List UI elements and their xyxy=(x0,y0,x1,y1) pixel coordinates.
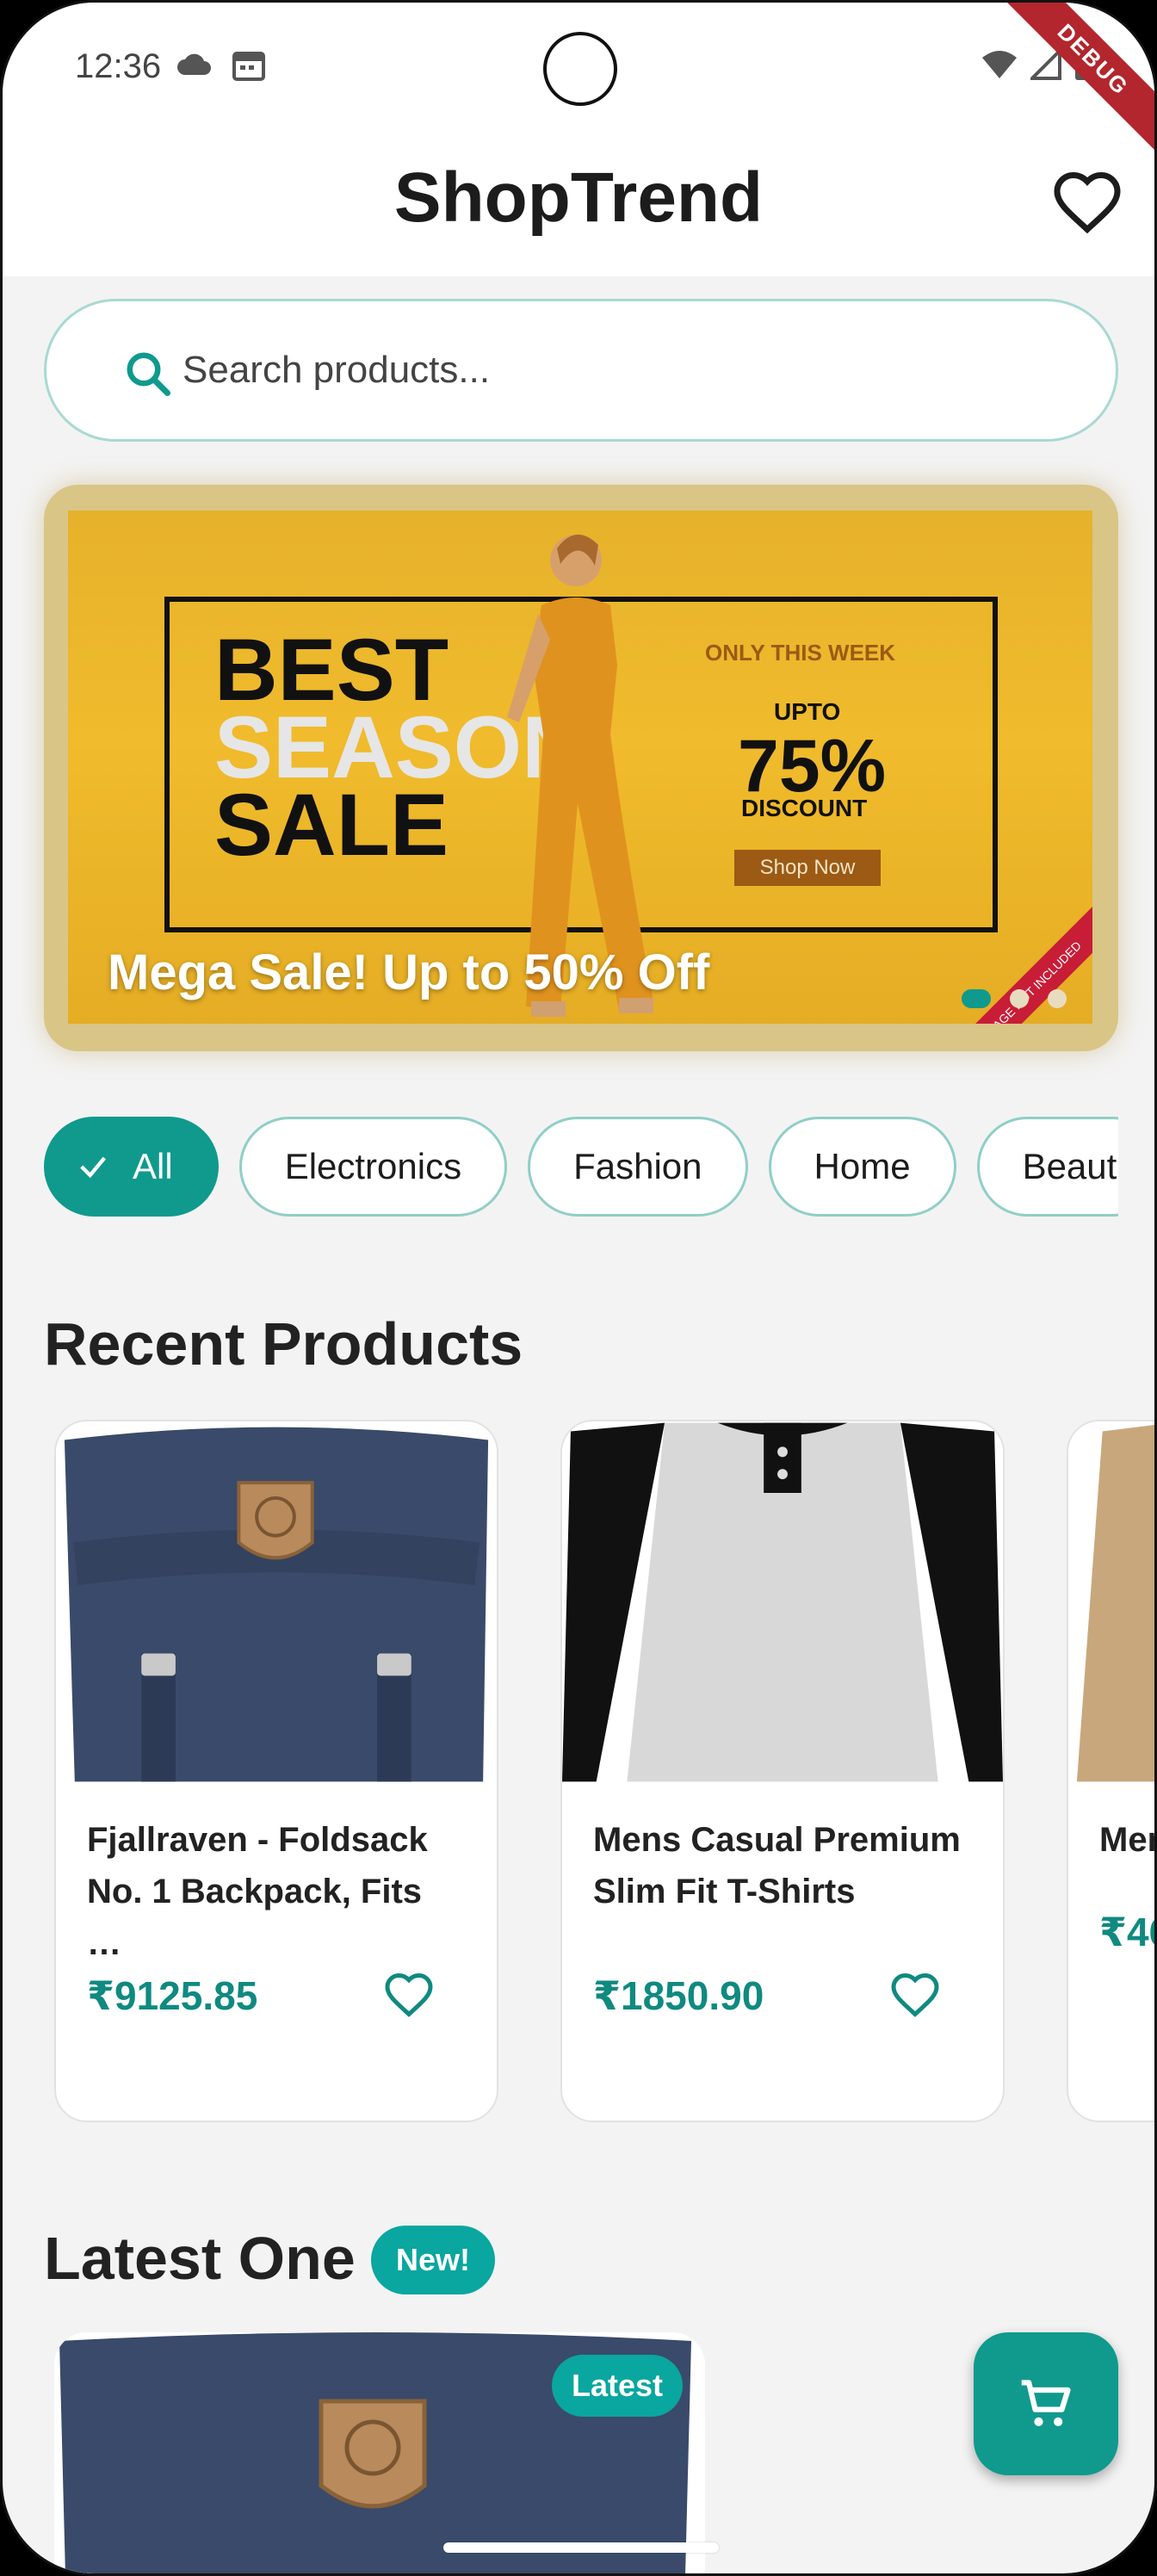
chip-label: Home xyxy=(814,1146,911,1186)
heart-icon[interactable] xyxy=(889,1969,941,2021)
check-icon xyxy=(80,1156,106,1179)
category-chip-all[interactable]: All xyxy=(44,1117,219,1217)
chip-label: Fashion xyxy=(573,1146,702,1186)
phone-screen: 12:36 DEBUG ShopTrend BEST xyxy=(0,0,1157,2576)
carousel-dots xyxy=(962,989,1067,1008)
search-icon xyxy=(127,352,170,396)
new-badge: New! xyxy=(371,2226,495,2294)
product-name: Fjallraven - Foldsack No. 1 Backpack, Fi… xyxy=(87,1821,428,1962)
latest-title: Latest One xyxy=(44,2225,356,2292)
category-chip-home[interactable]: Home xyxy=(768,1117,956,1217)
product-image xyxy=(1068,1422,1154,1782)
chip-label: All xyxy=(133,1146,173,1186)
wifi-icon xyxy=(982,51,1017,78)
status-icons-left xyxy=(175,49,266,82)
search-input[interactable] xyxy=(183,301,1043,439)
app-header: 12:36 DEBUG ShopTrend xyxy=(3,3,1154,276)
product-card[interactable]: Men ₹46 xyxy=(1067,1420,1154,2122)
status-time: 12:36 xyxy=(75,47,162,85)
heart-icon[interactable] xyxy=(383,1969,435,2021)
heart-icon xyxy=(1054,171,1121,234)
home-indicator[interactable] xyxy=(443,2542,719,2553)
banner-discount-text: DISCOUNT xyxy=(741,795,868,821)
banner-week-text: ONLY THIS WEEK xyxy=(705,640,896,666)
latest-product-card[interactable]: Latest xyxy=(54,2332,705,2573)
banner-upto-text: UPTO xyxy=(774,698,841,725)
front-camera xyxy=(543,32,617,106)
product-image xyxy=(56,1422,497,1782)
category-chip-electronics[interactable]: Electronics xyxy=(238,1117,508,1217)
product-price: ₹9125.85 xyxy=(87,1973,258,2018)
favorites-button[interactable] xyxy=(1051,166,1123,238)
banner-caption: Mega Sale! Up to 50% Off xyxy=(108,944,710,1000)
category-chips: All Electronics Fashion Home Beaut xyxy=(44,1117,1118,1217)
cloud-icon xyxy=(177,53,211,75)
product-price: ₹46 xyxy=(1099,1910,1154,1954)
product-name: Men xyxy=(1099,1821,1154,1859)
cart-button[interactable] xyxy=(974,2332,1118,2475)
promo-carousel[interactable]: BEST SEASON SALE ONLY THIS WEEK UPTO 75%… xyxy=(44,485,1118,1051)
product-price: ₹1850.90 xyxy=(593,1973,764,2018)
chip-label: Beaut xyxy=(1022,1146,1117,1186)
banner-shop-now: Shop Now xyxy=(734,850,881,886)
recent-products-title: Recent Products xyxy=(44,1310,523,1378)
search-bar[interactable] xyxy=(44,299,1118,442)
product-name: Mens Casual Premium Slim Fit T-Shirts xyxy=(593,1821,961,1910)
carousel-dot[interactable] xyxy=(1048,989,1067,1008)
carousel-dot[interactable] xyxy=(962,989,991,1008)
product-card[interactable]: Mens Casual Premium Slim Fit T-Shirts ₹1… xyxy=(560,1420,1005,2122)
product-image xyxy=(562,1422,1003,1782)
calendar-icon xyxy=(232,52,265,81)
signal-icon xyxy=(1030,49,1061,80)
promo-banner-image[interactable]: BEST SEASON SALE ONLY THIS WEEK UPTO 75%… xyxy=(68,511,1092,1024)
shopping-cart-icon xyxy=(1021,2380,1071,2426)
app-title: ShopTrend xyxy=(393,158,764,237)
chip-label: Electronics xyxy=(284,1146,462,1186)
latest-tag: Latest xyxy=(552,2355,683,2417)
product-card[interactable]: Fjallraven - Foldsack No. 1 Backpack, Fi… xyxy=(54,1420,498,2122)
category-chip-fashion[interactable]: Fashion xyxy=(528,1117,748,1217)
category-chip-beauty[interactable]: Beaut xyxy=(976,1117,1118,1217)
carousel-dot[interactable] xyxy=(1010,989,1029,1008)
